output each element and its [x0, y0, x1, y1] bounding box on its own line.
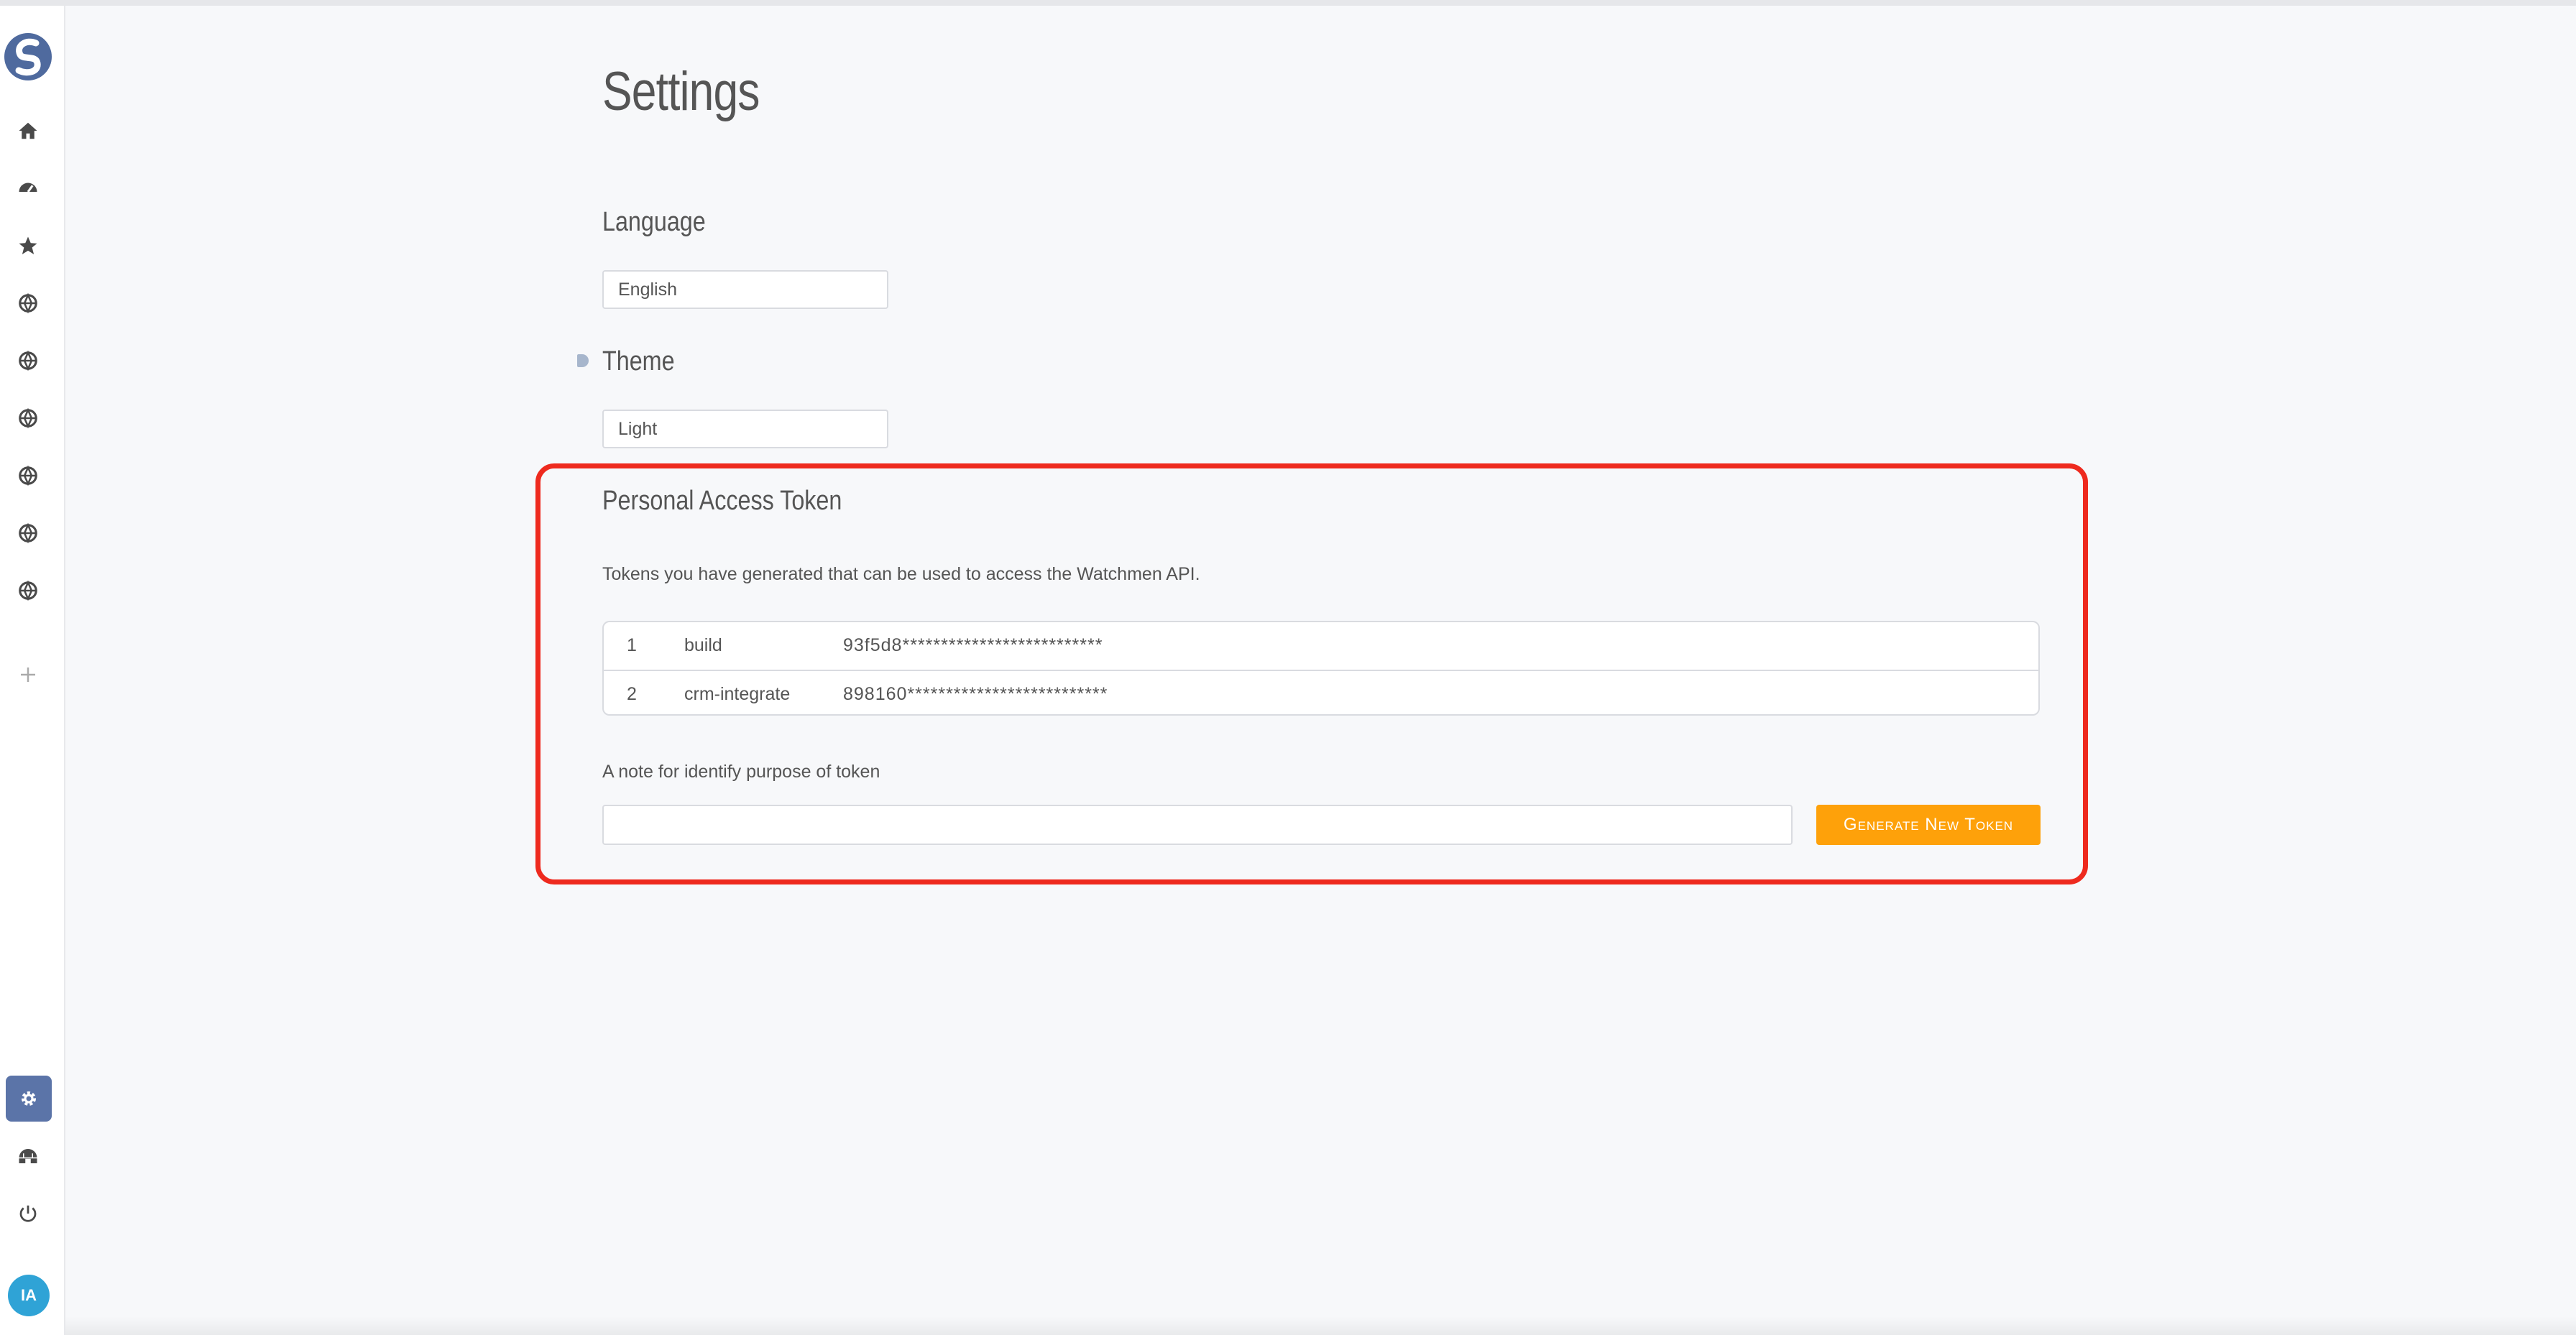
theme-select[interactable]: Light — [602, 410, 888, 448]
globe-icon[interactable] — [13, 461, 43, 491]
globe-icon[interactable] — [13, 518, 43, 548]
token-table: 1 build 93f5d8**************************… — [602, 621, 2040, 716]
main-content: Settings Language English Theme Light Pe… — [65, 6, 2576, 1335]
row-note: crm-integrate — [684, 684, 791, 704]
table-row: 1 build 93f5d8************************** — [604, 622, 2038, 668]
row-index: 1 — [627, 635, 637, 655]
token-description: Tokens you have generated that can be us… — [602, 564, 1200, 584]
globe-icon[interactable] — [13, 288, 43, 318]
s-logo-icon[interactable] — [4, 33, 52, 80]
power-icon[interactable] — [13, 1198, 43, 1229]
row-index: 2 — [627, 684, 637, 704]
globe-icon[interactable] — [13, 346, 43, 376]
home-icon[interactable] — [13, 116, 43, 146]
top-border — [0, 0, 2576, 6]
plus-icon[interactable] — [13, 660, 43, 690]
star-icon[interactable] — [13, 231, 43, 261]
globe-icon[interactable] — [13, 403, 43, 433]
avatar[interactable]: IA — [8, 1275, 50, 1316]
sidebar: IA — [0, 6, 65, 1335]
language-heading: Language — [602, 207, 706, 237]
table-row: 2 crm-integrate 898160******************… — [604, 670, 2038, 717]
bottom-shadow — [65, 1316, 2576, 1335]
token-heading: Personal Access Token — [602, 486, 842, 516]
igloo-icon[interactable] — [13, 1141, 43, 1171]
row-token: 898160************************** — [843, 684, 1108, 704]
gauge-icon[interactable] — [13, 173, 43, 203]
row-token: 93f5d8************************** — [843, 635, 1103, 655]
token-note-input[interactable] — [602, 805, 1793, 845]
language-select[interactable]: English — [602, 270, 888, 309]
row-note: build — [684, 635, 722, 655]
gear-icon[interactable] — [6, 1076, 52, 1122]
page-title: Settings — [602, 61, 760, 122]
section-marker-icon — [577, 354, 589, 367]
generate-token-button[interactable]: Generate New Token — [1816, 805, 2041, 845]
note-label: A note for identify purpose of token — [602, 762, 880, 782]
theme-heading: Theme — [602, 346, 675, 377]
globe-icon[interactable] — [13, 576, 43, 606]
